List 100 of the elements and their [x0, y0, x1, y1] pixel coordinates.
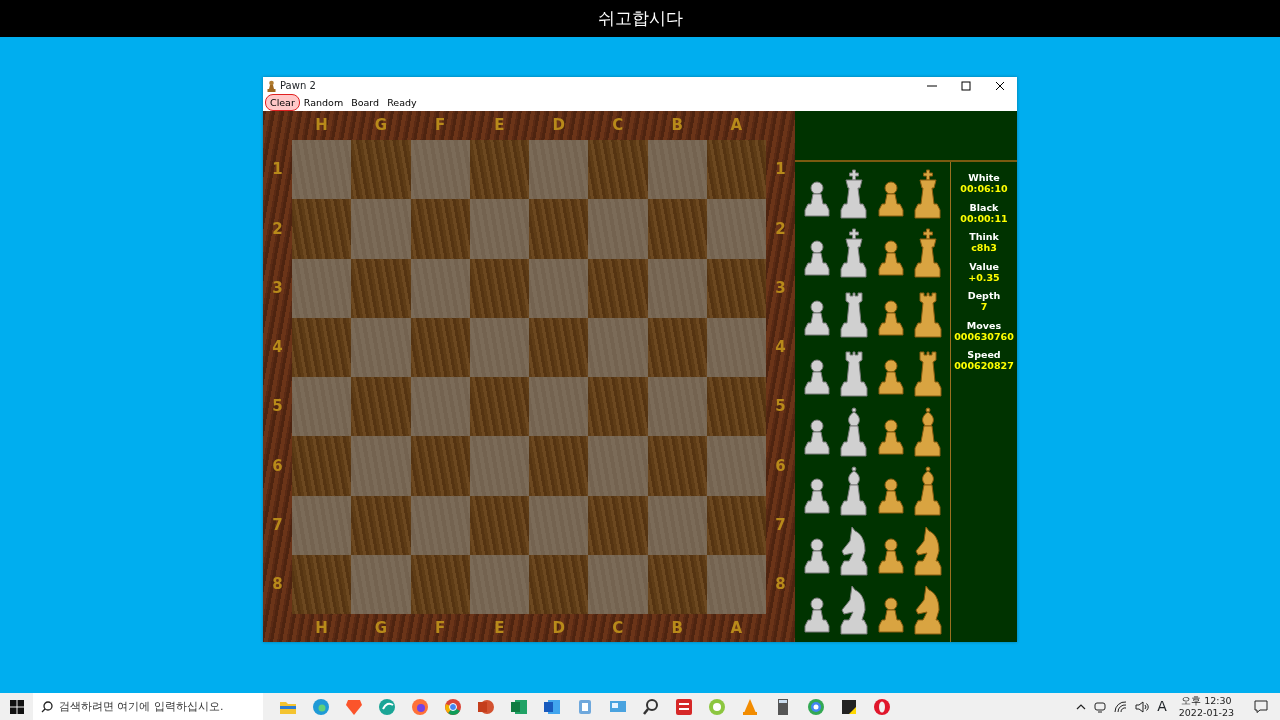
board-square[interactable]	[410, 199, 470, 259]
board-square[interactable]	[529, 377, 589, 437]
app-icon[interactable]	[376, 696, 397, 717]
rank-label: 2	[272, 218, 283, 240]
board-square[interactable]	[647, 554, 707, 614]
board-square[interactable]	[588, 495, 648, 555]
board-square[interactable]	[706, 140, 766, 200]
board-square[interactable]	[351, 436, 411, 496]
board-square[interactable]	[469, 258, 529, 318]
board-square[interactable]	[647, 258, 707, 318]
board-square[interactable]	[588, 554, 648, 614]
board-square[interactable]	[588, 436, 648, 496]
board-square[interactable]	[410, 317, 470, 377]
board-square[interactable]	[469, 199, 529, 259]
board-square[interactable]	[647, 495, 707, 555]
search-field[interactable]: 검색하려면 여기에 입력하십시오.	[33, 693, 263, 720]
rank-label: 7	[272, 514, 283, 536]
speaker-icon[interactable]	[1135, 700, 1150, 713]
board-square[interactable]	[292, 495, 352, 555]
board-square[interactable]	[588, 317, 648, 377]
board-square[interactable]	[529, 199, 589, 259]
board-square[interactable]	[706, 495, 766, 555]
board-square[interactable]	[469, 436, 529, 496]
app-icon[interactable]	[805, 696, 826, 717]
board-square[interactable]	[469, 554, 529, 614]
board-square[interactable]	[647, 140, 707, 200]
file-label: E	[494, 617, 505, 639]
app-icon[interactable]	[673, 696, 694, 717]
stat-label: White	[967, 172, 1001, 183]
board-square[interactable]	[588, 140, 648, 200]
close-icon	[995, 81, 1005, 91]
board-square[interactable]	[529, 140, 589, 200]
board-square[interactable]	[529, 258, 589, 318]
browser-icon[interactable]	[310, 696, 331, 717]
board-square[interactable]	[706, 317, 766, 377]
board-square[interactable]	[706, 199, 766, 259]
menu-item[interactable]: Clear	[265, 94, 300, 111]
board-square[interactable]	[351, 317, 411, 377]
board-square[interactable]	[292, 258, 352, 318]
file-label: B	[671, 115, 683, 137]
board-square[interactable]	[410, 554, 470, 614]
rank-label: 2	[775, 218, 786, 240]
board-square[interactable]	[410, 377, 470, 437]
board-square[interactable]	[588, 258, 648, 318]
file-label: A	[730, 617, 743, 639]
board-square[interactable]	[469, 495, 529, 555]
screen-title: 쉬고합시다	[597, 6, 683, 30]
notification-icon[interactable]	[1254, 700, 1268, 713]
window-title: Pawn 2	[280, 79, 316, 93]
board-square[interactable]	[351, 140, 411, 200]
clock[interactable]: 오후 12:30 2022-01-23	[1174, 694, 1238, 719]
board-square[interactable]	[469, 317, 529, 377]
board-square[interactable]	[410, 436, 470, 496]
board-square[interactable]	[588, 377, 648, 437]
menu-item[interactable]: Board	[347, 95, 384, 110]
input-indicator[interactable]: A	[1157, 696, 1167, 717]
board-square[interactable]	[351, 199, 411, 259]
wifi-icon[interactable]	[1114, 700, 1128, 713]
file-label: D	[552, 617, 565, 639]
board-square[interactable]	[529, 436, 589, 496]
board-square[interactable]	[351, 377, 411, 437]
board-square[interactable]	[292, 140, 352, 200]
board-square[interactable]	[706, 258, 766, 318]
board-square[interactable]	[292, 554, 352, 614]
board-square[interactable]	[469, 140, 529, 200]
menu-item[interactable]: Random	[299, 95, 348, 110]
board-square[interactable]	[292, 317, 352, 377]
stat-label: Depth	[966, 290, 1002, 301]
board-square[interactable]	[351, 258, 411, 318]
board-square[interactable]	[292, 199, 352, 259]
board-square[interactable]	[647, 436, 707, 496]
board-square[interactable]	[469, 377, 529, 437]
board-square[interactable]	[706, 554, 766, 614]
stat-value: c8h3	[970, 242, 998, 253]
board-square[interactable]	[410, 140, 470, 200]
rank-label: 5	[272, 396, 283, 418]
menu-item[interactable]: Ready	[383, 95, 421, 110]
board-square[interactable]	[410, 495, 470, 555]
device-icon[interactable]	[1094, 700, 1107, 713]
rank-label: 4	[272, 337, 283, 359]
board-square[interactable]	[351, 495, 411, 555]
board-square[interactable]	[410, 258, 470, 318]
opera-icon[interactable]	[871, 696, 892, 717]
chevron-up-icon[interactable]	[1076, 703, 1087, 710]
board-square[interactable]	[292, 377, 352, 437]
board-square[interactable]	[529, 554, 589, 614]
board-square[interactable]	[647, 377, 707, 437]
board-square[interactable]	[706, 377, 766, 437]
board-square[interactable]	[351, 554, 411, 614]
stat-label: Moves	[965, 319, 1003, 331]
browser-icon[interactable]	[442, 696, 463, 717]
magnifier-icon[interactable]	[640, 696, 661, 717]
board-square[interactable]	[292, 436, 352, 496]
board-square[interactable]	[706, 436, 766, 496]
board-square[interactable]	[529, 495, 589, 555]
file-label: H	[315, 617, 328, 639]
board-square[interactable]	[588, 199, 648, 259]
board-square[interactable]	[647, 317, 707, 377]
board-square[interactable]	[647, 199, 707, 259]
board-square[interactable]	[529, 317, 589, 377]
